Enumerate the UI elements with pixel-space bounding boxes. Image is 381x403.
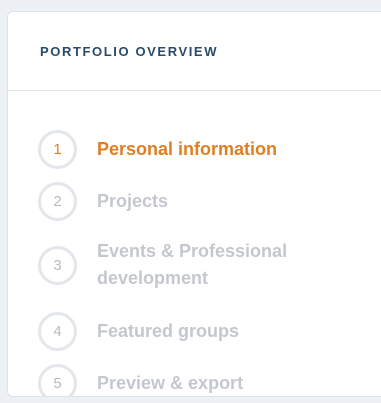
step-featured-groups[interactable]: 4 Featured groups xyxy=(38,312,239,351)
step-personal-information[interactable]: 1 Personal information xyxy=(38,130,277,169)
step-label: Personal information xyxy=(97,139,278,159)
step-number: 1 xyxy=(38,130,77,169)
panel-header: PORTFOLIO OVERVIEW xyxy=(8,12,381,91)
step-label: Featured groups xyxy=(97,321,240,341)
step-label: Preview & export xyxy=(97,373,244,393)
panel-title: PORTFOLIO OVERVIEW xyxy=(40,44,219,59)
step-label: Projects xyxy=(97,191,169,211)
step-events-professional-development[interactable]: 3 Events & Professional development xyxy=(38,238,287,292)
step-number: 2 xyxy=(38,182,77,221)
step-label-line: development xyxy=(97,268,209,288)
step-number: 5 xyxy=(38,364,77,396)
step-label-line: Events & Professional xyxy=(97,241,288,261)
step-label: Events & Professional development xyxy=(97,238,287,292)
portfolio-overview-panel: PORTFOLIO OVERVIEW 1 Personal informatio… xyxy=(7,11,381,397)
step-preview-export[interactable]: 5 Preview & export xyxy=(38,364,244,396)
step-number: 4 xyxy=(38,312,77,351)
step-number: 3 xyxy=(38,245,77,285)
step-projects[interactable]: 2 Projects xyxy=(38,182,168,221)
